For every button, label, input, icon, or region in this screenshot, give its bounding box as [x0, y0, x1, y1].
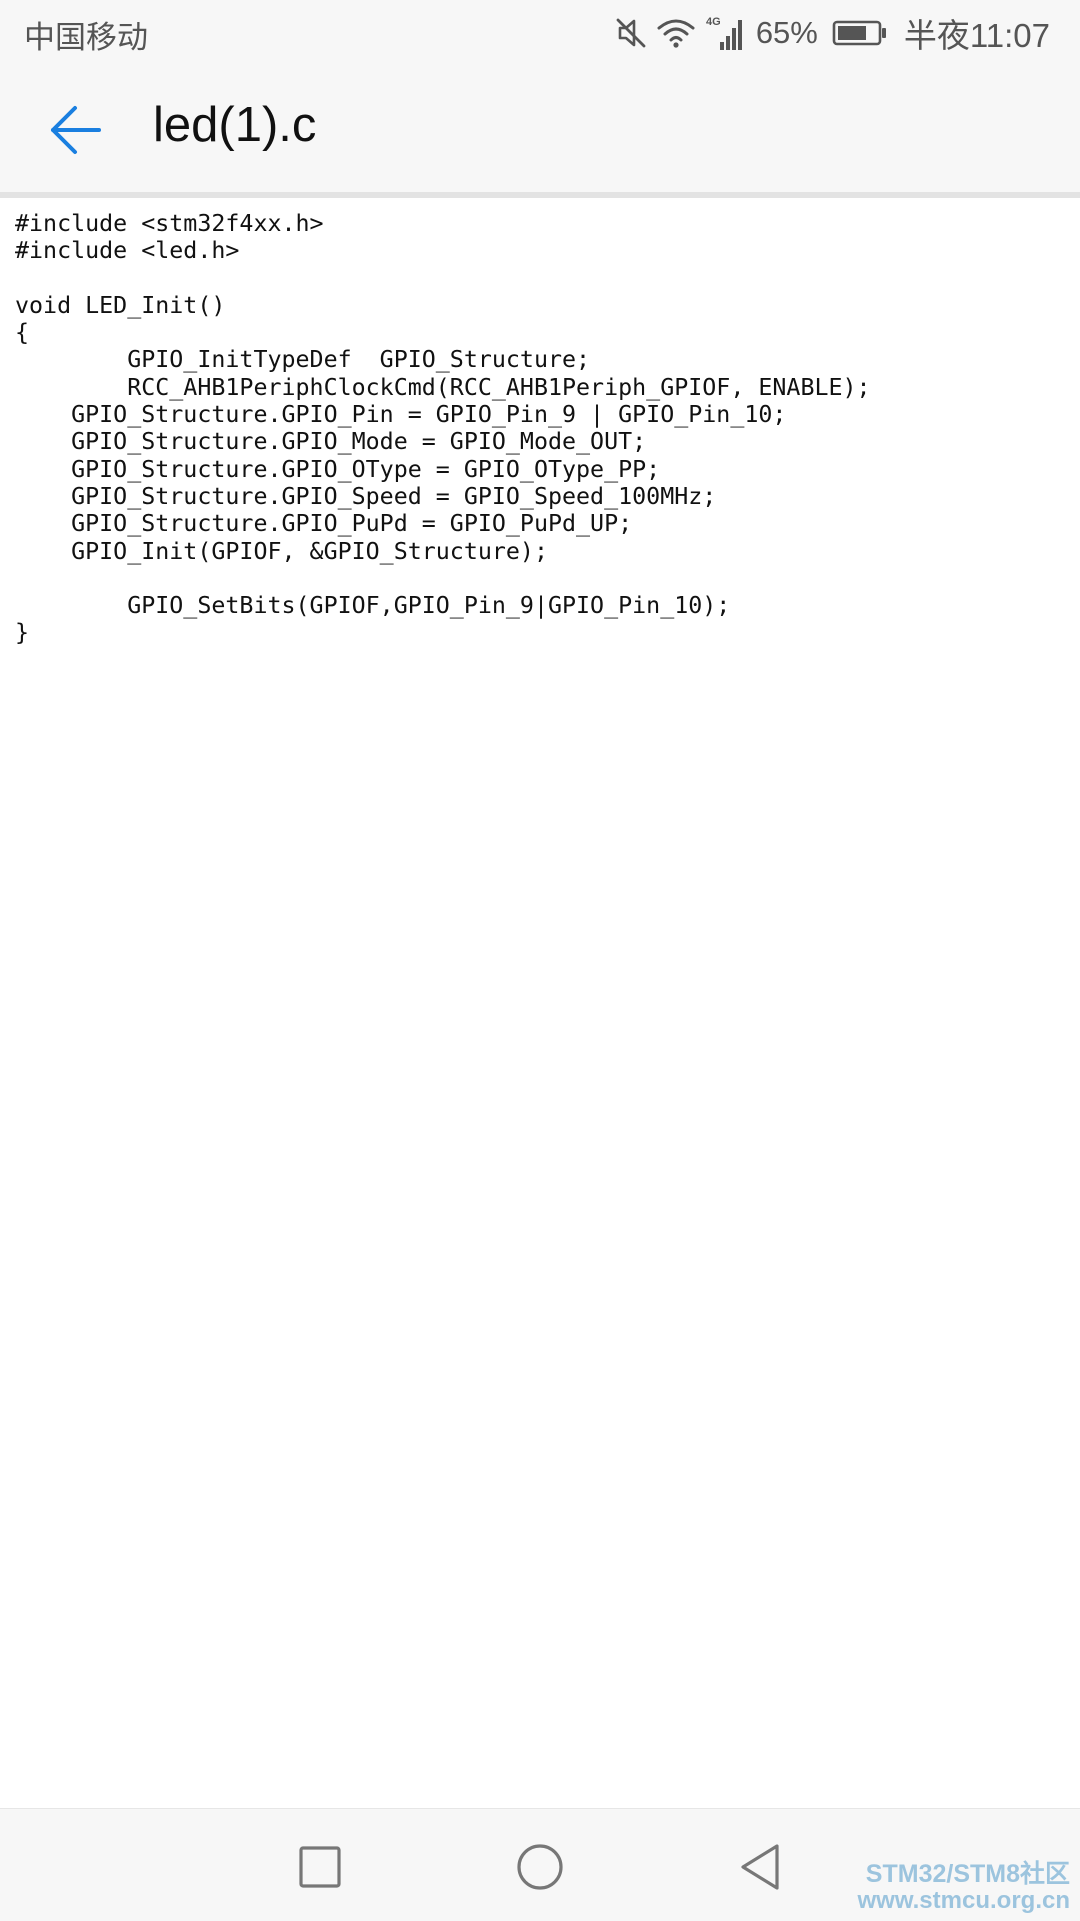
watermark-title: STM32/STM8社区 [865, 1860, 1070, 1888]
code-text: #include <stm32f4xx.h> #include <led.h> … [15, 210, 871, 647]
code-line: GPIO_Structure.GPIO_PuPd = GPIO_PuPd_UP; [15, 510, 633, 538]
code-line: #include <led.h> [15, 237, 240, 265]
code-line: GPIO_SetBits(GPIOF,GPIO_Pin_9|GPIO_Pin_1… [15, 592, 731, 620]
code-line: GPIO_InitTypeDef GPIO_Structure; [15, 346, 591, 374]
code-line: { [15, 319, 30, 347]
recent-apps-button[interactable] [290, 1837, 350, 1897]
back-triangle-icon [741, 1844, 779, 1890]
code-line: GPIO_Structure.GPIO_Speed = GPIO_Speed_1… [15, 482, 717, 510]
svg-text:4G: 4G [706, 16, 721, 28]
watermark-url: www.stmcu.org.cn [857, 1887, 1070, 1914]
app-bar: led(1).c [0, 68, 1080, 192]
page-title: led(1).c [153, 98, 317, 152]
carrier-name: 中国移动 [24, 20, 148, 56]
recent-apps-icon [299, 1846, 341, 1888]
status-bar: 中国移动 4G 65% 半夜11:07 [0, 0, 1080, 68]
code-line: GPIO_Structure.GPIO_OType = GPIO_OType_P… [15, 455, 661, 483]
mute-icon [616, 18, 646, 48]
code-line: GPIO_Init(GPIOF, &GPIO_Structure); [15, 537, 548, 565]
arrow-left-icon [51, 106, 101, 154]
wifi-icon [657, 19, 695, 48]
watermark: STM32/STM8社区 www.stmcu.org.cn [858, 1862, 1070, 1913]
code-line: GPIO_Structure.GPIO_Mode = GPIO_Mode_OUT… [15, 428, 647, 456]
status-time: 半夜11:07 [903, 17, 1050, 54]
home-icon [517, 1844, 563, 1890]
nav-back-button[interactable] [730, 1837, 790, 1897]
status-icons: 4G 65% 半夜11:07 [614, 10, 1050, 56]
code-line: GPIO_Structure.GPIO_Pin = GPIO_Pin_9 | G… [15, 401, 787, 429]
code-line: void LED_Init() [15, 291, 226, 319]
cellular-signal-icon: 4G [706, 16, 742, 50]
code-line: RCC_AHB1PeriphClockCmd(RCC_AHB1Periph_GP… [15, 373, 871, 401]
code-line: #include <stm32f4xx.h> [15, 210, 324, 237]
code-line: } [15, 619, 30, 647]
home-button[interactable] [510, 1837, 570, 1897]
battery-icon [832, 20, 886, 46]
file-content-view[interactable]: #include <stm32f4xx.h> #include <led.h> … [0, 198, 1080, 1808]
back-button[interactable] [38, 98, 114, 162]
battery-percentage: 65% [755, 15, 818, 50]
